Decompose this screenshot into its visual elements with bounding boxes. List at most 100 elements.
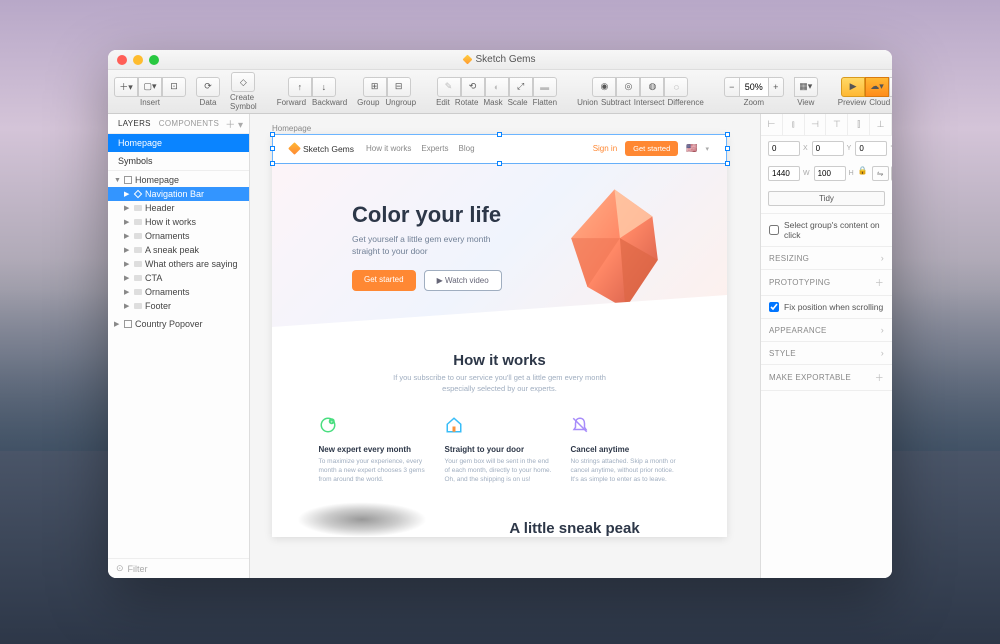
filter-input[interactable]: ⊙Filter — [108, 558, 249, 578]
selection-handle[interactable] — [270, 161, 275, 166]
page-homepage[interactable]: Homepage — [108, 134, 249, 152]
mock-nav: Sketch Gems How it works Experts Blog Si… — [272, 134, 727, 164]
align-top-button[interactable]: ⊤ — [826, 114, 848, 135]
style-section[interactable]: STYLE› — [761, 342, 892, 365]
view-button[interactable]: ▦▾ — [794, 77, 818, 97]
subtract-button[interactable]: ◎ — [616, 77, 640, 97]
height-input[interactable] — [814, 166, 846, 181]
selection-handle[interactable] — [725, 161, 730, 166]
difference-button[interactable]: ◌ — [664, 77, 688, 97]
selection-handle[interactable] — [725, 146, 730, 151]
rotate-button[interactable]: ⟲ — [461, 77, 485, 97]
export-button[interactable]: ⇪ — [889, 77, 892, 97]
page-symbols[interactable]: Symbols — [108, 152, 249, 170]
minimize-icon[interactable] — [133, 55, 143, 65]
tidy-button[interactable]: Tidy — [768, 191, 885, 206]
toolbar: ＋▾ ▢▾ ⊡ Insert ⟳ Data ◇ Create Symbol ↑ … — [108, 70, 892, 114]
insert-shape-button[interactable]: ▢▾ — [138, 77, 162, 97]
titlebar[interactable]: Sketch Gems — [108, 50, 892, 70]
layer-what-others[interactable]: ▶What others are saying — [108, 257, 249, 271]
plus-icon[interactable]: ＋ — [875, 371, 884, 384]
mock-logo: Sketch Gems — [290, 144, 354, 154]
window-title: Sketch Gems — [464, 54, 535, 65]
insert-lock-button[interactable]: ⊡ — [162, 77, 186, 97]
sneak-title: A little sneak peak — [452, 520, 697, 537]
layer-ornaments[interactable]: ▶Ornaments — [108, 229, 249, 243]
maximize-icon[interactable] — [149, 55, 159, 65]
ungroup-button[interactable]: ⊟ — [387, 77, 411, 97]
sketch-window: Sketch Gems ＋▾ ▢▾ ⊡ Insert ⟳ Data ◇ Crea… — [108, 50, 892, 578]
mock-nav-link: Experts — [421, 144, 448, 153]
align-right-button[interactable]: ⊣ — [805, 114, 827, 135]
resizing-section[interactable]: RESIZING› — [761, 247, 892, 270]
flatten-button[interactable]: ▬ — [533, 77, 557, 97]
fix-position-checkbox[interactable]: Fix position when scrolling — [761, 296, 892, 319]
x-input[interactable] — [768, 141, 800, 156]
layer-ornaments-2[interactable]: ▶Ornaments — [108, 285, 249, 299]
layer-country-popover[interactable]: ▶Country Popover — [108, 317, 249, 331]
selection-handle[interactable] — [270, 132, 275, 137]
select-content-checkbox[interactable]: Select group's content on click — [761, 214, 892, 247]
chevron-down-icon: ▾ — [705, 145, 709, 153]
layer-homepage[interactable]: ▼Homepage — [108, 173, 249, 187]
width-input[interactable] — [768, 166, 800, 181]
preview-button[interactable]: ▶ — [841, 77, 865, 97]
layer-navigation-bar[interactable]: ▶Navigation Bar — [108, 187, 249, 201]
make-exportable-section[interactable]: MAKE EXPORTABLE＋ — [761, 365, 892, 391]
selection-handle[interactable] — [725, 132, 730, 137]
y-input[interactable] — [812, 141, 844, 156]
insert-label: Insert — [140, 98, 160, 107]
layer-how-it-works[interactable]: ▶How it works — [108, 215, 249, 229]
backward-button[interactable]: ↓ — [312, 77, 336, 97]
refresh-user-icon: + — [319, 416, 337, 434]
align-hcenter-button[interactable]: ⫾ — [783, 114, 805, 135]
chevron-right-icon: › — [881, 325, 884, 335]
insert-button[interactable]: ＋▾ — [114, 77, 138, 97]
artboard-label[interactable]: Homepage — [272, 124, 311, 133]
selection-handle[interactable] — [497, 132, 502, 137]
create-symbol-button[interactable]: ◇ — [231, 72, 255, 92]
bell-off-icon — [571, 416, 589, 434]
selection-handle[interactable] — [270, 146, 275, 151]
union-button[interactable]: ◉ — [592, 77, 616, 97]
appearance-section[interactable]: APPEARANCE› — [761, 319, 892, 342]
intersect-button[interactable]: ◍ — [640, 77, 664, 97]
flip-v-button[interactable]: ⥮ — [891, 166, 892, 181]
forward-button[interactable]: ↑ — [288, 77, 312, 97]
plus-icon[interactable]: ＋ — [875, 276, 884, 289]
align-vcenter-button[interactable]: ⫿ — [848, 114, 870, 135]
selection-handle[interactable] — [497, 161, 502, 166]
close-icon[interactable] — [117, 55, 127, 65]
add-page-button[interactable]: ＋ ▾ — [225, 116, 243, 131]
layer-header[interactable]: ▶Header — [108, 201, 249, 215]
scale-button[interactable]: ⤢ — [509, 77, 533, 97]
data-button[interactable]: ⟳ — [196, 77, 220, 97]
mask-button[interactable]: ◐ — [485, 77, 509, 97]
home-icon — [445, 416, 463, 434]
align-left-button[interactable]: ⊢ — [761, 114, 783, 135]
mock-get-started-button: Get started — [352, 270, 416, 291]
rotate-input[interactable] — [855, 141, 887, 156]
canvas[interactable]: Homepage Sketch Gems How it works Expert… — [250, 114, 760, 578]
zoom-value[interactable]: 50% — [740, 77, 768, 97]
prototyping-section[interactable]: PROTOTYPING＋ — [761, 270, 892, 296]
layers-panel: LAYERS COMPONENTS ＋ ▾ Homepage Symbols ▼… — [108, 114, 250, 578]
edit-button[interactable]: ✎ — [437, 77, 461, 97]
zoom-out-button[interactable]: − — [724, 77, 740, 97]
tab-layers[interactable]: LAYERS — [114, 119, 155, 128]
align-bottom-button[interactable]: ⊥ — [870, 114, 892, 135]
cloud-button[interactable]: ☁▾ — [865, 77, 889, 97]
feature-door: Straight to your door Your gem box will … — [445, 416, 555, 484]
chevron-right-icon: › — [881, 348, 884, 358]
layer-sneak-peak[interactable]: ▶A sneak peak — [108, 243, 249, 257]
lock-icon[interactable]: 🔒 — [858, 166, 868, 181]
flip-h-button[interactable]: ⇋ — [872, 166, 889, 181]
diamond-icon — [288, 142, 301, 155]
filter-icon: ⊙ — [116, 563, 124, 574]
layer-footer[interactable]: ▶Footer — [108, 299, 249, 313]
artboard-homepage[interactable]: Sketch Gems How it works Experts Blog Si… — [272, 134, 727, 537]
tab-components[interactable]: COMPONENTS — [155, 119, 223, 128]
layer-cta[interactable]: ▶CTA — [108, 271, 249, 285]
group-button[interactable]: ⊞ — [363, 77, 387, 97]
zoom-in-button[interactable]: + — [768, 77, 784, 97]
